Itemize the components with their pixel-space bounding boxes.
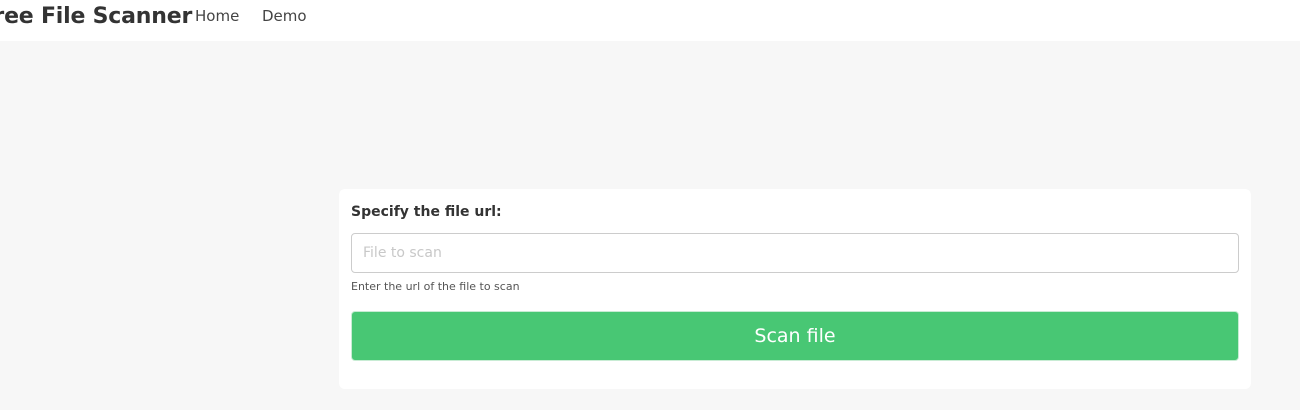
nav-link-demo[interactable]: Demo [262,7,307,25]
scan-file-button[interactable]: Scan file [351,311,1239,361]
nav-link-home[interactable]: Home [195,7,239,25]
scan-form-card: Specify the file url: Enter the url of t… [339,189,1251,389]
file-url-input[interactable] [351,233,1239,273]
navbar: Free File Scanner Home Demo [0,0,1300,41]
file-url-label: Specify the file url: [351,204,502,220]
file-url-help-text: Enter the url of the file to scan [351,280,520,293]
brand-logo-link[interactable]: Free File Scanner [0,4,192,29]
